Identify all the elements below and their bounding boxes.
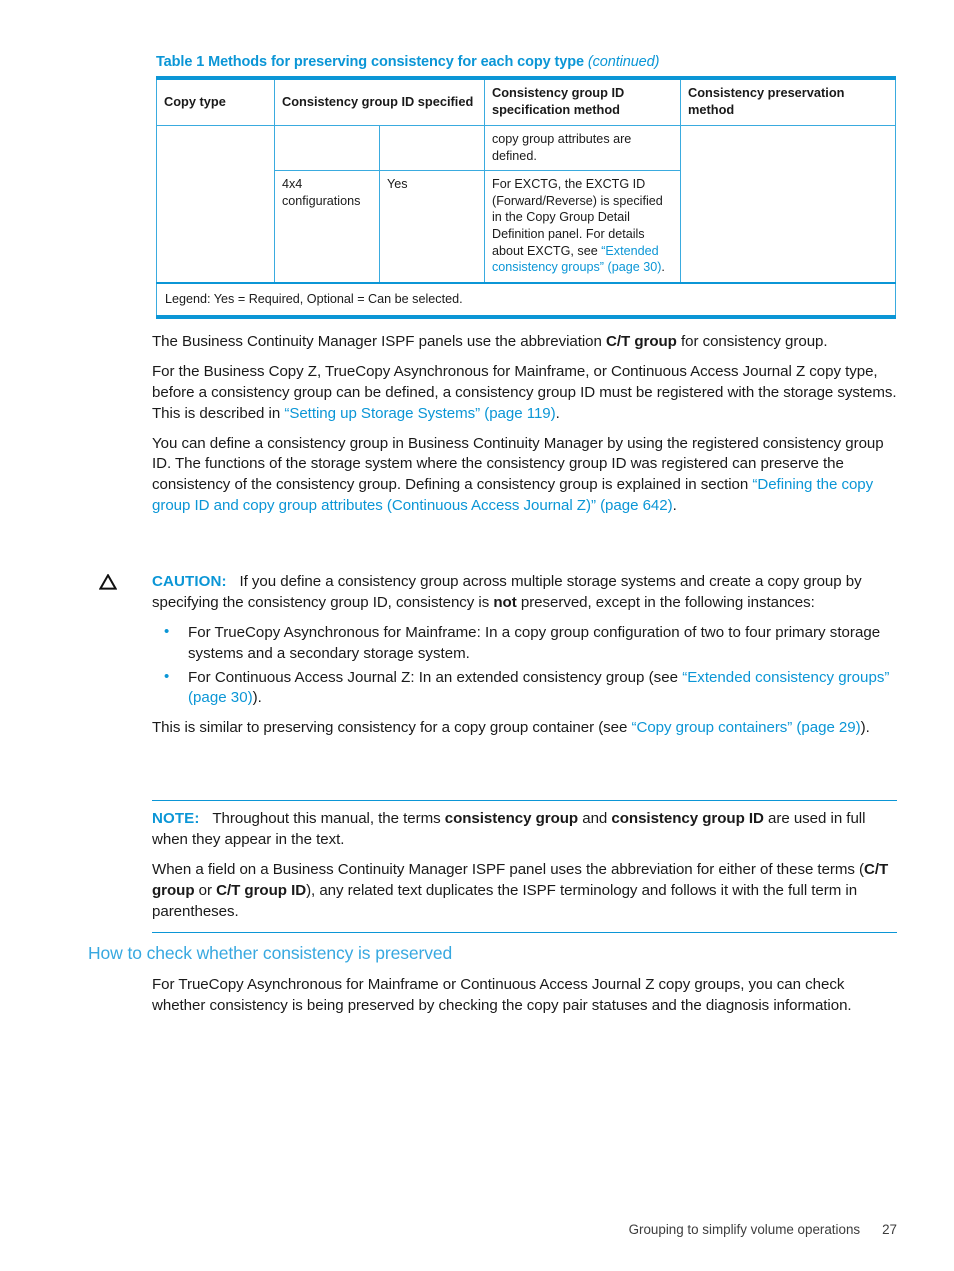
list-item: For TrueCopy Asynchronous for Mainframe:… [164,622,897,665]
table-header-cg-spec-method: Consistency group ID specification metho… [484,76,681,126]
table-caption: Table 1 Methods for preserving consisten… [156,54,659,70]
note-rule-bottom [152,932,897,934]
cell-cg-specified-a [274,124,380,172]
caution-label: CAUTION: [152,573,227,590]
caution-text-tail: preserved, except in the following insta… [516,593,815,611]
table-caption-main: Table 1 Methods for preserving consisten… [156,54,584,70]
paragraph-text-tail: . [672,497,677,515]
note-admonition: NOTE: Throughout this manual, the terms c… [152,800,897,934]
document-page: Table 1 Methods for preserving consisten… [0,0,954,1271]
caution-admonition: CAUTION: If you define a consistency grou… [98,572,897,739]
paragraph-text-tail: . [555,404,560,422]
caution-emphasis: not [493,593,517,611]
section-body: For TrueCopy Asynchronous for Mainframe … [152,975,897,1026]
paragraph-registration: For the Business Copy Z, TrueCopy Asynch… [152,362,897,425]
paragraph-text-tail: for consistency group. [676,333,828,350]
list-item-text: For Continuous Access Journal Z: In an e… [188,668,683,686]
cell-cg-specified-a: 4x4 configurations [274,170,380,284]
methods-table: Copy type Consistency group ID specified… [156,76,896,320]
cross-reference-link[interactable]: “Copy group containers” (page 29) [632,719,861,736]
cell-text-tail: . [661,260,665,275]
caution-paragraph: CAUTION: If you define a consistency grou… [152,572,897,614]
term-ct-group: C/T group [606,333,677,350]
page-title: How to check whether consistency is pres… [88,943,453,963]
cell-cg-specified-b: Yes [379,170,485,284]
table-header-copy-type: Copy type [156,76,275,126]
list-item-text: For TrueCopy Asynchronous for Mainframe:… [188,623,881,662]
paragraph-text: This is similar to preserving consistenc… [152,719,632,737]
table-legend: Legend: Yes = Required, Optional = Can b… [156,281,896,320]
note-content: NOTE: Throughout this manual, the terms c… [152,801,897,932]
cell-copy-type [156,124,275,284]
paragraph-ct-group: The Business Continuity Manager ISPF pan… [152,332,897,353]
section-paragraph: For TrueCopy Asynchronous for Mainframe … [152,976,852,1014]
table-header-cg-specified: Consistency group ID specified [274,76,485,126]
note-text: Throughout this manual, the terms [212,810,445,827]
page-footer: Grouping to simplify volume operations 27 [0,1222,954,1237]
paragraph-text: The Business Continuity Manager ISPF pan… [152,333,607,350]
methods-table-wrapper: Copy type Consistency group ID specified… [156,76,896,320]
note-paragraph-1: NOTE: Throughout this manual, the terms c… [152,809,897,851]
footer-page-number: 27 [882,1222,897,1237]
term-consistency-group-id: consistency group ID [611,810,764,827]
table-header-preservation-method: Consistency preservation method [680,76,896,126]
table-row: copy group attributes are defined. [156,124,896,284]
cell-spec-method: copy group attributes are defined. [484,124,681,172]
paragraph-text-tail: ). [860,719,870,737]
cross-reference-link[interactable]: “Setting up Storage Systems” (page 119) [284,405,555,422]
cell-spec-method: For EXCTG, the EXCTG ID (Forward/Reverse… [484,170,681,284]
term-consistency-group: consistency group [444,810,579,827]
footer-running-title: Grouping to simplify volume operations [628,1222,861,1237]
caution-bullet-list: For TrueCopy Asynchronous for Mainframe:… [152,622,897,710]
note-label: NOTE: [152,810,200,827]
list-item-text-tail: ). [252,689,262,707]
table-caption-continued: (continued) [587,54,660,70]
caution-closing-paragraph: This is similar to preserving consistenc… [152,718,897,739]
paragraph-define-cg: You can define a consistency group in Bu… [152,434,897,518]
intro-paragraphs: The Business Continuity Manager ISPF pan… [152,332,897,526]
note-text: When a field on a Business Continuity Ma… [152,860,865,878]
cell-cg-specified-b [379,124,485,172]
note-text: or [194,881,217,899]
cell-preservation-method [680,124,896,284]
table-legend-row: Legend: Yes = Required, Optional = Can b… [156,281,896,320]
term-ct-group-id: C/T group ID [216,881,307,899]
note-text: and [578,810,612,827]
table-header-row: Copy type Consistency group ID specified… [156,76,896,126]
warning-triangle-icon [98,573,118,594]
list-item: For Continuous Access Journal Z: In an e… [164,667,897,710]
note-paragraph-2: When a field on a Business Continuity Ma… [152,860,897,923]
